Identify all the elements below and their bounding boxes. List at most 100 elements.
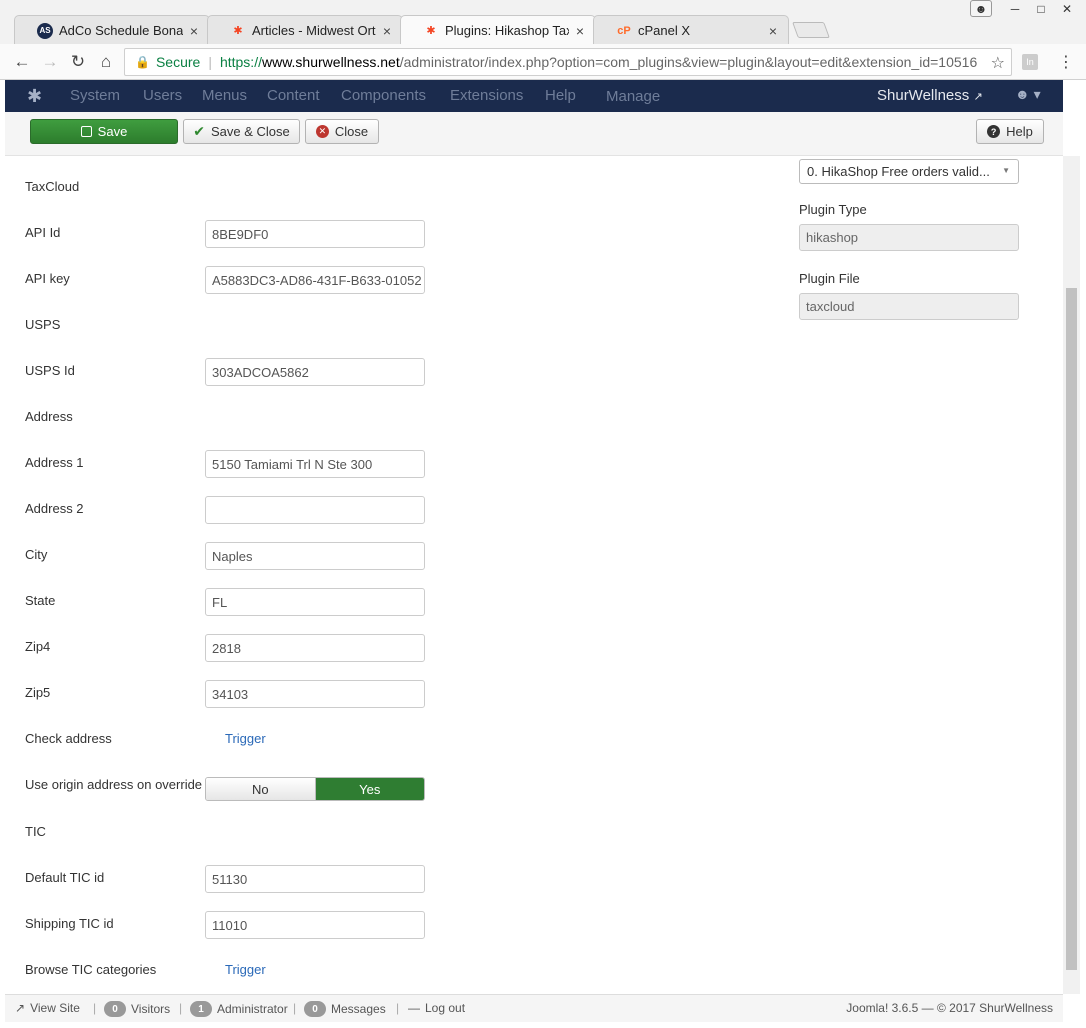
- help-button[interactable]: ? Help: [976, 119, 1044, 144]
- browser-tab-articles[interactable]: ✱ Articles - Midwest Orthop ×: [207, 15, 403, 45]
- state-input[interactable]: FL: [205, 588, 425, 616]
- menu-help[interactable]: Help: [545, 87, 576, 104]
- shipping-tic-label: Shipping TIC id: [25, 916, 114, 931]
- close-button[interactable]: ✕ Close: [305, 119, 379, 144]
- adco-favicon-icon: AS: [37, 22, 53, 39]
- joomla-favicon-icon: ✱: [426, 25, 436, 37]
- toggle-yes-option[interactable]: Yes: [315, 778, 424, 800]
- logout-link[interactable]: — Log out: [408, 1001, 465, 1015]
- browser-tab-adco[interactable]: AS AdCo Schedule Bonanza ×: [14, 15, 210, 45]
- site-name: ShurWellness: [877, 87, 970, 104]
- page-scrollbar[interactable]: [1063, 156, 1080, 994]
- api-key-input[interactable]: A5883DC3-AD86-431F-B633-01052: [205, 266, 425, 294]
- menu-extensions[interactable]: Extensions: [450, 87, 523, 104]
- administrator-indicator[interactable]: 1 Administrator: [190, 1001, 288, 1017]
- zip4-input[interactable]: 2818: [205, 634, 425, 662]
- plugin-file-value: taxcloud: [806, 299, 855, 314]
- api-id-label: API Id: [25, 225, 61, 240]
- menu-menus[interactable]: Menus: [202, 87, 247, 104]
- save-close-label: Save & Close: [210, 124, 290, 139]
- url-scheme: https://: [219, 54, 262, 70]
- view-site-link[interactable]: ↗ View Site: [15, 1001, 80, 1015]
- save-label: Save: [97, 124, 128, 139]
- question-icon: ?: [987, 125, 1001, 138]
- divider: |: [396, 1001, 400, 1015]
- profile-icon[interactable]: ☻: [970, 0, 992, 17]
- zip5-input[interactable]: 34103: [205, 680, 425, 708]
- divider: |: [293, 1001, 297, 1015]
- menu-users[interactable]: Users: [143, 87, 182, 104]
- address1-value: 5150 Tamiami Trl N Ste 300: [212, 456, 373, 472]
- city-label: City: [25, 547, 48, 562]
- home-icon[interactable]: ⌂: [96, 52, 116, 72]
- browser-tab-cpanel[interactable]: cP cPanel X ×: [593, 15, 789, 45]
- address-bar[interactable]: 🔒 Secure | https:// www.shurwellness.net…: [124, 48, 1012, 76]
- maximize-icon[interactable]: □: [1030, 0, 1052, 17]
- shipping-tic-input[interactable]: 11010: [205, 911, 425, 939]
- menu-manage[interactable]: Manage: [606, 88, 660, 105]
- api-key-label: API key: [25, 271, 70, 286]
- ordering-value: 0. HikaShop Free orders valid...: [807, 164, 990, 179]
- ordering-select[interactable]: 0. HikaShop Free orders valid... ▼: [799, 159, 1019, 184]
- joomla-logo-icon[interactable]: ✱: [27, 86, 42, 107]
- version-label: Joomla! 3.6.5 — © 2017 ShurWellness: [846, 1001, 1053, 1015]
- logout-label: Log out: [425, 1001, 466, 1015]
- section-usps: USPS: [25, 317, 61, 332]
- browser-tab-plugins[interactable]: ✱ Plugins: Hikashop TaxClo ×: [400, 15, 596, 45]
- default-tic-input[interactable]: 51130: [205, 865, 425, 893]
- external-link-icon: ↗: [15, 1001, 26, 1015]
- scrollbar-thumb[interactable]: [1066, 288, 1077, 970]
- messages-label: Messages: [331, 1002, 386, 1016]
- messages-indicator[interactable]: 0 Messages: [304, 1001, 386, 1017]
- bookmark-star-icon[interactable]: ☆: [991, 53, 1005, 73]
- new-tab-button[interactable]: [792, 22, 830, 38]
- check-icon: ✔: [193, 123, 205, 139]
- check-address-trigger-link[interactable]: Trigger: [225, 731, 266, 746]
- use-origin-toggle[interactable]: No Yes: [205, 777, 425, 801]
- back-icon[interactable]: ←: [12, 52, 32, 72]
- state-value: FL: [212, 594, 228, 610]
- site-link[interactable]: ShurWellness ↗: [877, 87, 983, 104]
- external-link-icon: ↗: [973, 91, 983, 103]
- save-button[interactable]: Save: [30, 119, 178, 144]
- use-origin-label: Use origin address on override: [25, 777, 203, 792]
- minimize-icon[interactable]: ─: [1004, 0, 1026, 17]
- tab-close-icon[interactable]: ×: [380, 23, 394, 39]
- default-tic-value: 51130: [212, 871, 248, 887]
- usps-id-input[interactable]: 303ADCOA5862: [205, 358, 425, 386]
- visitors-badge: 0: [104, 1001, 126, 1017]
- window-close-icon[interactable]: ✕: [1056, 0, 1078, 17]
- section-address: Address: [25, 409, 73, 424]
- forward-icon[interactable]: →: [40, 52, 60, 72]
- menu-components[interactable]: Components: [341, 87, 426, 104]
- toggle-no-option[interactable]: No: [206, 778, 316, 800]
- zip4-value: 2818: [212, 640, 241, 656]
- secure-label: Secure: [155, 54, 201, 70]
- menu-system[interactable]: System: [70, 87, 120, 104]
- version-text: Joomla! 3.6.5 — © 2017 ShurWellness: [846, 1001, 1053, 1015]
- separator: |: [208, 54, 212, 70]
- browser-menu-icon[interactable]: ⋮: [1058, 52, 1074, 72]
- tab-close-icon[interactable]: ×: [187, 23, 201, 39]
- browse-tic-trigger-link[interactable]: Trigger: [225, 962, 266, 977]
- save-close-button[interactable]: ✔ Save & Close: [183, 119, 300, 144]
- api-id-value: 8BE9DF0: [212, 226, 269, 242]
- user-menu-icon[interactable]: ☻ ▾: [1015, 86, 1041, 103]
- menu-content[interactable]: Content: [267, 87, 320, 104]
- address2-input[interactable]: [205, 496, 425, 524]
- extension-icon[interactable]: In: [1022, 54, 1038, 70]
- joomla-favicon-icon: ✱: [233, 25, 243, 37]
- api-id-input[interactable]: 8BE9DF0: [205, 220, 425, 248]
- status-bar: ↗ View Site | 0 Visitors | 1 Administrat…: [5, 994, 1063, 1022]
- reload-icon[interactable]: ↻: [68, 52, 88, 72]
- visitors-indicator[interactable]: 0 Visitors: [104, 1001, 170, 1017]
- city-input[interactable]: Naples: [205, 542, 425, 570]
- lock-icon: 🔒: [135, 55, 150, 69]
- zip5-label: Zip5: [25, 685, 51, 700]
- plugin-type-label: Plugin Type: [799, 202, 867, 217]
- address1-input[interactable]: 5150 Tamiami Trl N Ste 300: [205, 450, 425, 478]
- tab-title: AdCo Schedule Bonanza: [59, 23, 183, 38]
- tab-close-icon[interactable]: ×: [573, 23, 587, 39]
- tab-close-icon[interactable]: ×: [766, 23, 780, 39]
- url-host: www.shurwellness.net: [261, 54, 400, 70]
